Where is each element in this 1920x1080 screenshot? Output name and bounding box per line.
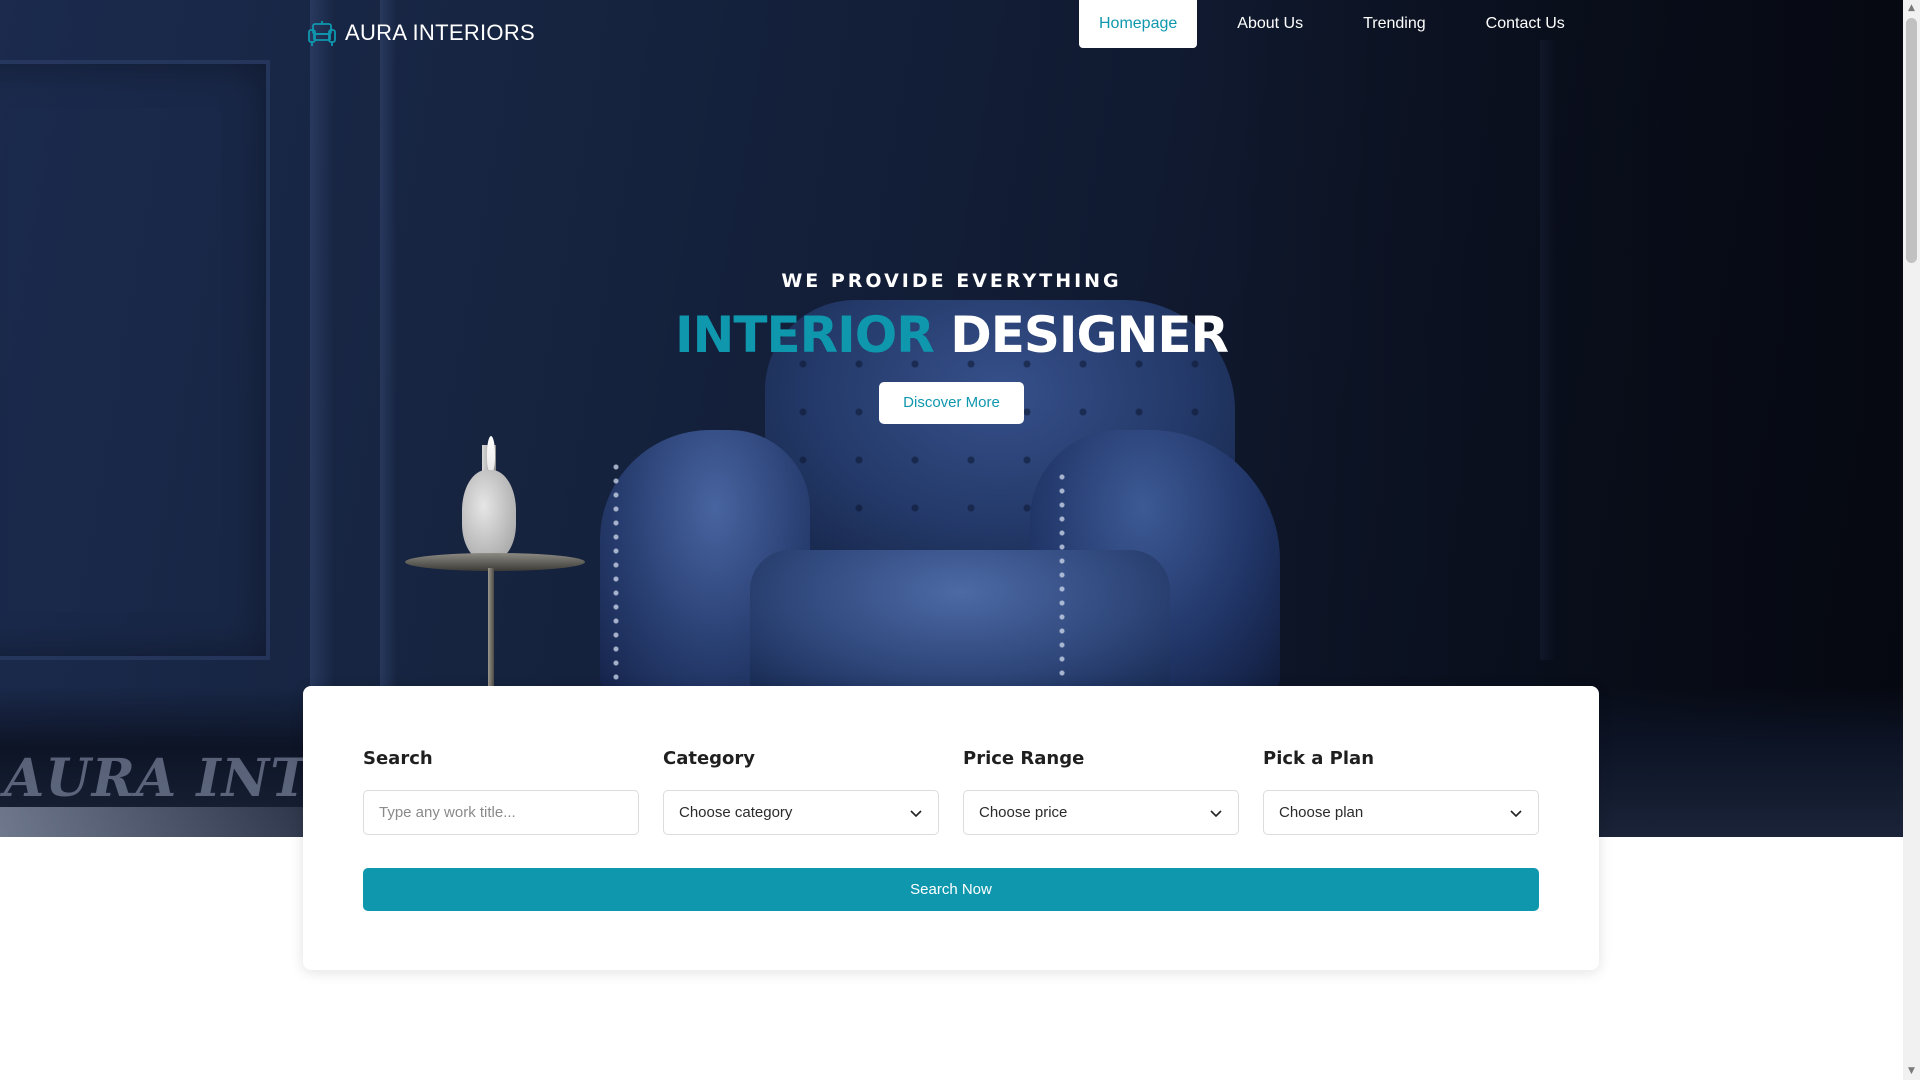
category-selected-value: Choose category	[679, 804, 793, 821]
hero-headline-accent: INTERIOR	[674, 306, 935, 364]
hero-eyebrow: WE PROVIDE EVERYTHING	[781, 270, 1122, 292]
page-scrollbar[interactable]: ▲ ▼	[1903, 0, 1920, 1080]
candle-image	[487, 436, 495, 472]
plan-field: Pick a Plan Choose plan	[1263, 748, 1539, 835]
nav-menu: Homepage About Us Trending Contact Us	[1079, 0, 1605, 48]
sofa-icon	[308, 21, 336, 46]
search-field: Search	[363, 748, 639, 835]
price-selected-value: Choose price	[979, 804, 1068, 821]
discover-more-button[interactable]: Discover More	[879, 382, 1024, 424]
search-label: Search	[363, 748, 433, 769]
nav-item-contact-us[interactable]: Contact Us	[1466, 0, 1585, 48]
category-select[interactable]: Choose category	[663, 790, 939, 835]
scroll-down-arrow-icon[interactable]: ▼	[1903, 1063, 1920, 1080]
search-input[interactable]	[379, 804, 623, 821]
brand-logo-link[interactable]: AURA INTERIORS	[307, 18, 535, 48]
search-now-button[interactable]: Search Now	[363, 868, 1539, 911]
hero-headline: INTERIOR DESIGNER	[0, 306, 1903, 364]
chevron-down-icon	[1510, 809, 1522, 817]
plan-select[interactable]: Choose plan	[1263, 790, 1539, 835]
chevron-down-icon	[1210, 809, 1222, 817]
chevron-down-icon	[910, 809, 922, 817]
plan-selected-value: Choose plan	[1279, 804, 1364, 821]
nav-item-trending[interactable]: Trending	[1343, 0, 1446, 48]
scrollbar-thumb[interactable]	[1906, 18, 1917, 263]
search-card: Search Category Choose category Price Ra…	[303, 686, 1599, 970]
category-label: Category	[663, 748, 756, 769]
price-field: Price Range Choose price	[963, 748, 1239, 835]
category-field: Category Choose category	[663, 748, 939, 835]
scroll-up-arrow-icon[interactable]: ▲	[1903, 0, 1920, 17]
top-navbar: AURA INTERIORS Homepage About Us Trendin…	[0, 0, 1903, 60]
plan-label: Pick a Plan	[1263, 748, 1375, 769]
hero-headline-rest: DESIGNER	[950, 306, 1229, 364]
vase-image	[462, 470, 516, 560]
price-label: Price Range	[963, 748, 1085, 769]
nav-item-homepage[interactable]: Homepage	[1079, 0, 1198, 48]
search-input-wrapper	[363, 790, 639, 835]
brand-name: AURA INTERIORS	[345, 20, 536, 45]
price-select[interactable]: Choose price	[963, 790, 1239, 835]
side-table-image	[405, 553, 585, 571]
nav-item-about-us[interactable]: About Us	[1217, 0, 1323, 48]
hero-text-block: WE PROVIDE EVERYTHING INTERIOR DESIGNER …	[0, 270, 1903, 424]
